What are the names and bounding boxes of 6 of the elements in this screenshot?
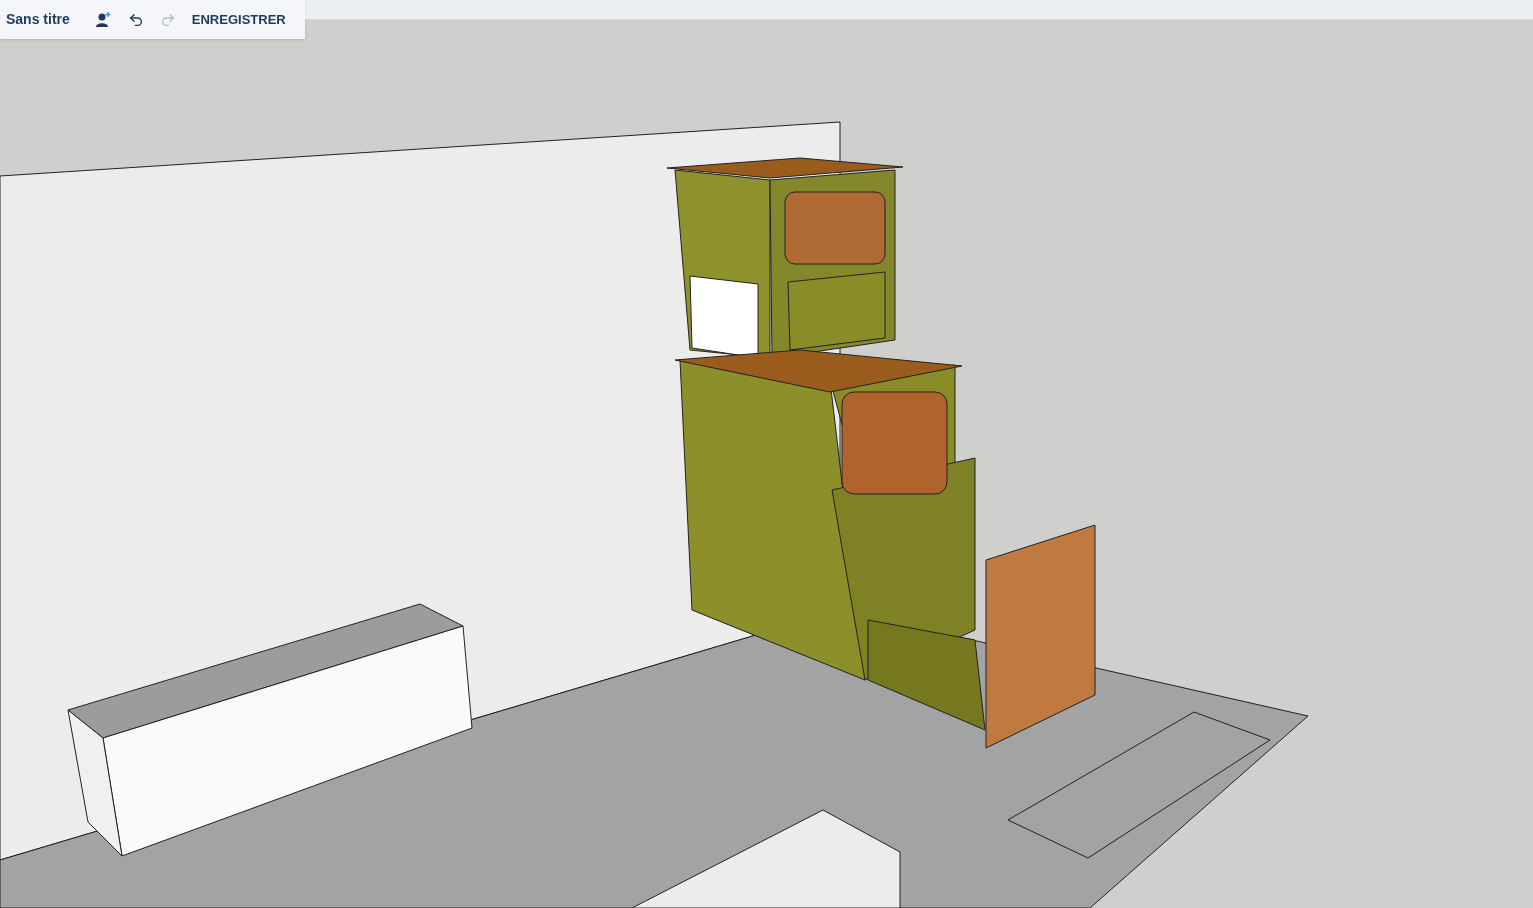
add-user-icon[interactable] [93,10,112,29]
document-title[interactable]: Sans titre [6,9,70,30]
bench-block-drawing[interactable] [67,603,473,857]
cabinet-drawing[interactable] [666,157,1096,749]
undo-button[interactable] [127,11,144,28]
save-button[interactable]: ENREGISTRER [191,9,286,30]
